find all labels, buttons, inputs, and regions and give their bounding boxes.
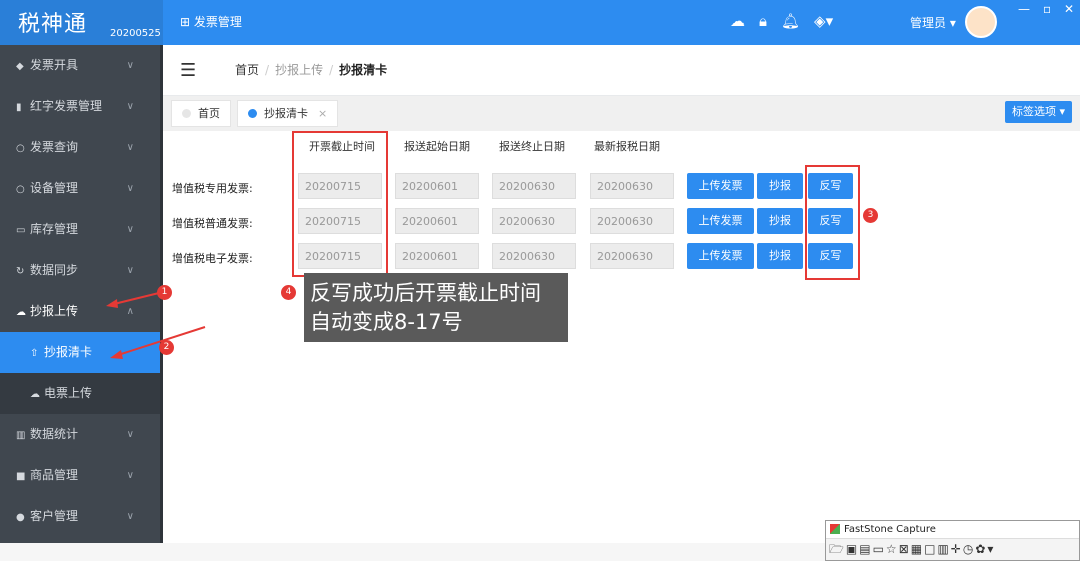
- arrow-head-1: [106, 299, 118, 308]
- capture-scroll-icon[interactable]: ▦: [911, 542, 924, 556]
- faststone-title: FastStone Capture: [844, 524, 936, 535]
- capture-full-icon[interactable]: ⊠: [899, 542, 911, 556]
- timer-icon[interactable]: ◷: [963, 542, 975, 556]
- capture-fixed-icon[interactable]: □: [924, 542, 937, 556]
- capture-object-icon[interactable]: ▤: [859, 542, 872, 556]
- arrow-head-2: [110, 350, 123, 359]
- faststone-capture-toolbar[interactable]: FastStone Capture 🗁▣▤▭☆⊠▦□▥✛◷✿▾: [825, 520, 1080, 561]
- faststone-titlebar: FastStone Capture: [826, 521, 1079, 539]
- annotation-badge-4: 4: [281, 285, 296, 300]
- capture-rect-icon[interactable]: ▭: [873, 542, 886, 556]
- arrow-line-1: [109, 291, 164, 306]
- tooltip-line-1: 反写成功后开票截止时间: [310, 281, 541, 305]
- record-icon[interactable]: ▥: [937, 542, 950, 556]
- crosshair-icon[interactable]: ✛: [951, 542, 963, 556]
- faststone-logo-icon: [830, 524, 840, 534]
- open-folder-icon[interactable]: 🗁: [829, 542, 846, 556]
- faststone-tools[interactable]: 🗁▣▤▭☆⊠▦□▥✛◷✿▾: [826, 539, 1079, 559]
- capture-window-icon[interactable]: ▣: [846, 542, 859, 556]
- annotation-tooltip: 反写成功后开票截止时间 自动变成8-17号: [304, 273, 568, 342]
- capture-freehand-icon[interactable]: ☆: [886, 542, 899, 556]
- palette-icon[interactable]: ✿▾: [975, 542, 995, 556]
- annotation-badge-2: 2: [159, 340, 174, 355]
- annotation-badge-3: 3: [863, 208, 878, 223]
- tooltip-line-2: 自动变成8-17号: [310, 310, 463, 334]
- annotation-badge-1: 1: [157, 285, 172, 300]
